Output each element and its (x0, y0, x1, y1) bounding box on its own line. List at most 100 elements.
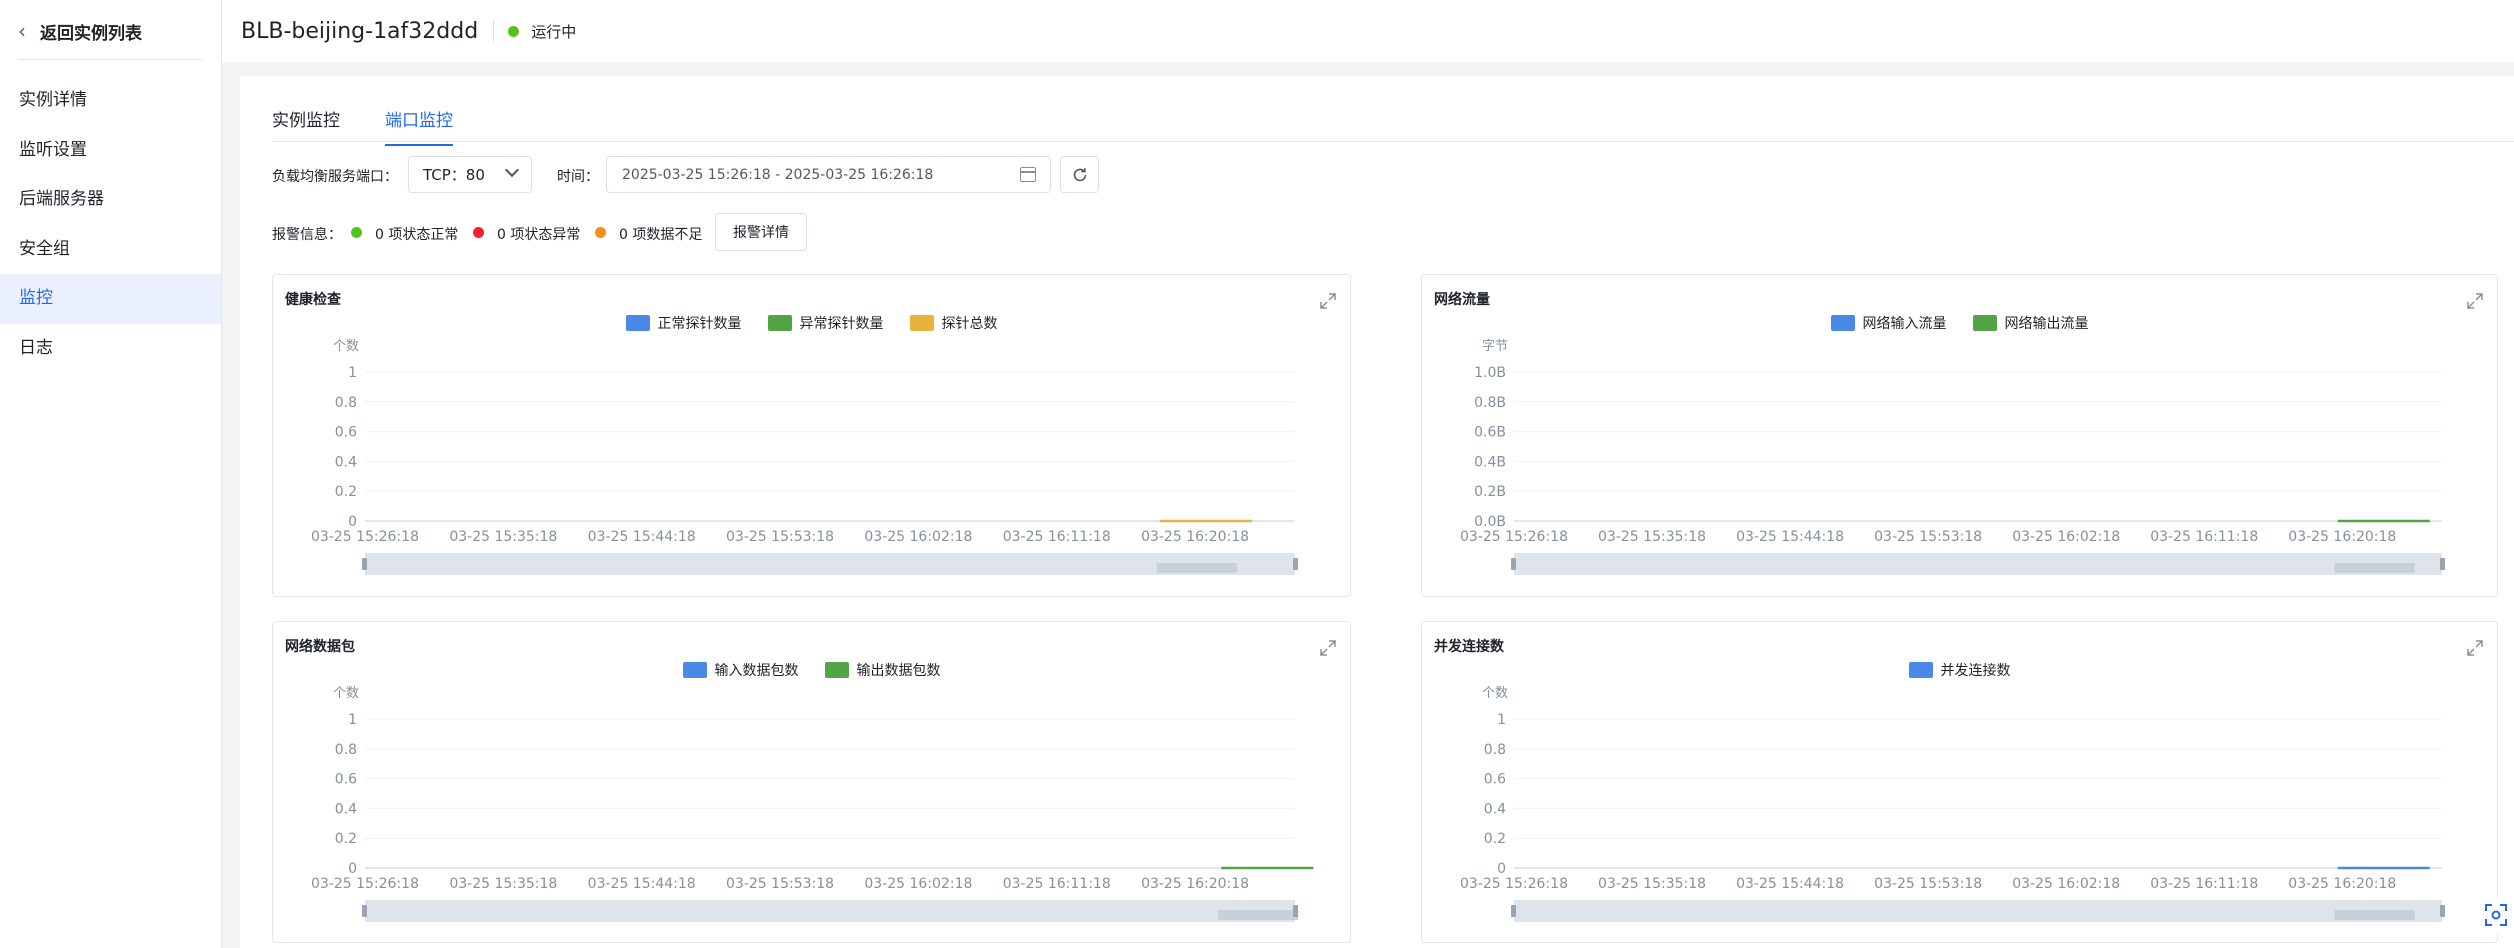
y-tick-label: 0 (348, 514, 357, 530)
x-tick-label: 03-25 15:53:18 (1874, 529, 1982, 545)
sidebar-divider (18, 59, 203, 60)
x-tick-label: 03-25 16:20:18 (2288, 876, 2396, 892)
x-tick-label: 03-25 15:44:18 (588, 529, 696, 545)
alarm-insufficient-dot (595, 227, 606, 238)
page-header: BLB-beijing-1af32ddd 运行中 (222, 0, 2514, 62)
zoom-slider-handle-left[interactable] (1511, 558, 1516, 570)
scan-icon[interactable] (2478, 897, 2514, 933)
time-range-value: 2025-03-25 15:26:18 - 2025-03-25 16:26:1… (622, 166, 934, 183)
y-unit-label: 字节 (1482, 339, 1508, 354)
chart-svg: 个数 0 0.2 0.4 0.6 0.8 1 03-25 15:26:18 03-25 15:3… (1460, 686, 2445, 922)
y-unit-label: 个数 (1482, 686, 1508, 701)
zoom-slider-window[interactable] (1156, 563, 1237, 573)
y-tick-label: 0 (1497, 861, 1506, 877)
x-tick-label: 03-25 15:44:18 (1736, 529, 1844, 545)
zoom-slider-handle-right[interactable] (1293, 558, 1298, 570)
y-tick-label: 1 (348, 712, 357, 728)
alarm-normal-dot (351, 227, 362, 238)
y-tick-label: 0.8 (1484, 742, 1506, 758)
zoom-slider-handle-right[interactable] (2440, 558, 2445, 570)
time-label: 时间： (557, 169, 599, 185)
zoom-slider-handle-right[interactable] (2440, 905, 2445, 917)
y-tick-label: 1 (1497, 712, 1506, 728)
tab-bar: 实例监控 端口监控 (272, 76, 2514, 146)
time-range-picker[interactable]: 2025-03-25 15:26:18 - 2025-03-25 16:26:1… (606, 156, 1051, 193)
y-tick-label: 0.6 (335, 425, 357, 441)
tab-instance-monitoring[interactable]: 实例监控 (272, 106, 340, 144)
zoom-slider-handle-right[interactable] (1293, 905, 1298, 917)
refresh-button[interactable] (1060, 156, 1099, 193)
chart-svg: 个数 0 0.2 0.4 0.6 0.8 1 03-25 15:26:18 03-25 15:3… (311, 686, 1314, 922)
zoom-slider-window[interactable] (2334, 563, 2415, 573)
zoom-slider-track[interactable] (365, 553, 1295, 575)
y-tick-label: 0.4 (1484, 801, 1506, 817)
chart-panel-health-check: 健康检查 正常探针数量 异常探针数量 探针总数 个数 0 0.2 0.4 0.6 0.8 1 03-2… (272, 274, 1351, 597)
x-tick-label: 03-25 15:44:18 (1736, 876, 1844, 892)
x-tick-label: 03-25 15:26:18 (311, 529, 419, 545)
zoom-slider-handle-left[interactable] (362, 558, 367, 570)
zoom-slider-handle-left[interactable] (362, 905, 367, 917)
y-tick-label: 1 (348, 365, 357, 381)
chart-panel-network-traffic: 网络流量 网络输入流量 网络输出流量 字节 0.0B 0.2B 0.4B 0.6B 0.8B 1.… (1421, 274, 2498, 597)
x-tick-label: 03-25 15:35:18 (449, 529, 557, 545)
page-title: BLB-beijing-1af32ddd (241, 18, 479, 44)
sidebar: ‹ 返回实例列表 实例详情 监听设置 后端服务器 安全组 监控 日志 (0, 0, 222, 948)
sidebar-item-backend-servers[interactable]: 后端服务器 (0, 175, 221, 225)
zoom-slider-handle-left[interactable] (1511, 905, 1516, 917)
sidebar-item-security-group[interactable]: 安全组 (0, 225, 221, 275)
zoom-slider-window[interactable] (2334, 910, 2415, 920)
y-tick-label: 0.4 (335, 801, 357, 817)
y-tick-label: 0.0B (1474, 514, 1506, 530)
calendar-icon (1020, 167, 1036, 182)
x-tick-label: 03-25 15:26:18 (311, 876, 419, 892)
y-tick-label: 0.6 (1484, 772, 1506, 788)
chart-panel-concurrent-connections: 并发连接数 并发连接数 个数 0 0.2 0.4 0.6 0.8 1 03-25 15:26:18… (1421, 621, 2498, 943)
chart-svg: 字节 0.0B 0.2B 0.4B 0.6B 0.8B 1.0B 03-25 15:26:18… (1460, 339, 2445, 575)
chart-svg: 个数 0 0.2 0.4 0.6 0.8 1 03-25 15:26:18 03-25 15:3… (311, 339, 1298, 575)
alarm-details-button[interactable]: 报警详情 (715, 213, 807, 251)
x-tick-label: 03-25 16:02:18 (2012, 529, 2120, 545)
alarm-abnormal-text: 0 项状态异常 (497, 227, 581, 243)
sidebar-item-listener-settings[interactable]: 监听设置 (0, 126, 221, 176)
tab-port-monitoring[interactable]: 端口监控 (385, 106, 453, 146)
sidebar-item-instance-details[interactable]: 实例详情 (0, 76, 221, 126)
zoom-slider-window[interactable] (1218, 910, 1299, 920)
port-select-value: TCP：80 (423, 166, 485, 184)
x-tick-label: 03-25 15:53:18 (726, 876, 834, 892)
back-label: 返回实例列表 (40, 23, 142, 44)
port-select[interactable]: TCP：80 (408, 156, 532, 193)
x-tick-label: 03-25 15:53:18 (1874, 876, 1982, 892)
x-tick-label: 03-25 15:26:18 (1460, 529, 1568, 545)
status-badge: 运行中 (531, 22, 577, 41)
x-tick-label: 03-25 16:20:18 (2288, 529, 2396, 545)
x-tick-label: 03-25 15:35:18 (1598, 529, 1706, 545)
y-tick-label: 0.2 (335, 831, 357, 847)
refresh-icon (1073, 167, 1086, 181)
y-tick-label: 1.0B (1474, 365, 1506, 381)
zoom-slider-track[interactable] (365, 900, 1295, 922)
status-dot (508, 25, 520, 37)
y-tick-label: 0.2 (335, 484, 357, 500)
zoom-slider-track[interactable] (1514, 900, 2442, 922)
sidebar-nav: 实例详情 监听设置 后端服务器 安全组 监控 日志 (0, 76, 221, 373)
alarm-abnormal-dot (473, 227, 484, 238)
y-unit-label: 个数 (333, 339, 359, 354)
sidebar-item-logs[interactable]: 日志 (0, 324, 221, 374)
x-tick-label: 03-25 15:35:18 (1598, 876, 1706, 892)
back-to-list-link[interactable]: ‹ 返回实例列表 (18, 14, 142, 48)
y-tick-label: 0.6 (335, 772, 357, 788)
zoom-slider-track[interactable] (1514, 553, 2442, 575)
x-tick-label: 03-25 16:02:18 (864, 876, 972, 892)
y-tick-label: 0.4B (1474, 454, 1506, 470)
y-tick-label: 0.2B (1474, 484, 1506, 500)
x-tick-label: 03-25 16:02:18 (864, 529, 972, 545)
alarm-normal-text: 0 项状态正常 (375, 227, 459, 243)
y-tick-label: 0.8 (335, 395, 357, 411)
x-tick-label: 03-25 16:20:18 (1141, 529, 1249, 545)
y-tick-label: 0.4 (335, 454, 357, 470)
chevron-left-icon: ‹ (18, 19, 26, 43)
sidebar-item-monitoring[interactable]: 监控 (0, 274, 221, 324)
chart-panel-network-packets: 网络数据包 输入数据包数 输出数据包数 个数 0 0.2 0.4 0.6 0.8 1 03-25 1… (272, 621, 1351, 943)
x-tick-label: 03-25 16:11:18 (1003, 876, 1111, 892)
chevron-down-icon (504, 162, 520, 178)
